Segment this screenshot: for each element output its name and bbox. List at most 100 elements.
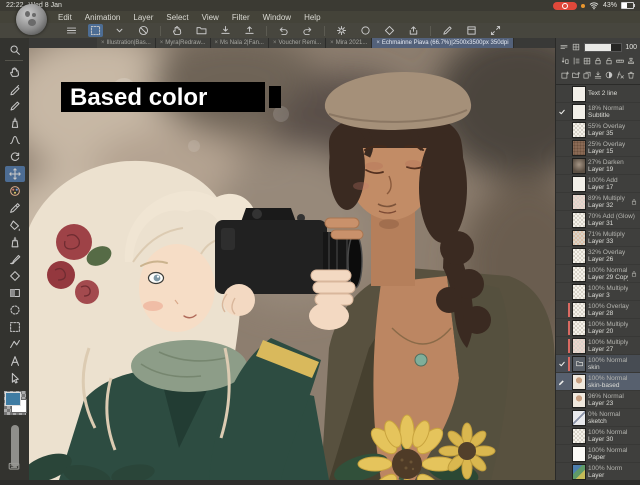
layer-row[interactable]: 100% Multiply Layer 3 [556, 283, 640, 301]
menu-icon[interactable] [64, 24, 79, 37]
layer-thumbnail[interactable] [572, 301, 586, 318]
lock-open-icon[interactable] [604, 56, 614, 68]
layer-row[interactable]: 32% Overlay Layer 26 [556, 247, 640, 265]
document-tab[interactable]: × Myra|Redraw... [155, 38, 211, 48]
layer-visibility-toggle[interactable] [557, 108, 566, 116]
layer-thumbnail[interactable] [572, 157, 586, 174]
layer-thumbnail[interactable] [572, 409, 586, 426]
layer-row[interactable]: 96% Normal Layer 23 [556, 391, 640, 409]
grid-sm-icon[interactable] [571, 42, 581, 54]
layer-row[interactable]: 71% Multiply Layer 33 [556, 229, 640, 247]
layer-thumbnail[interactable] [572, 337, 586, 354]
canvas-artwork[interactable]: Based color [0, 28, 604, 485]
cursor-tool[interactable] [5, 370, 25, 386]
layer-row[interactable]: 25% Overlay Layer 15 [556, 139, 640, 157]
foreground-color-swatch[interactable] [4, 392, 21, 406]
save-icon[interactable] [218, 24, 233, 37]
airbrush-tool[interactable] [5, 115, 25, 131]
layer-row[interactable]: 100% Normal skin [556, 355, 640, 373]
clip-icon[interactable] [571, 56, 581, 68]
brush-tool[interactable] [5, 251, 25, 267]
rotate-canvas-tool[interactable] [5, 149, 25, 165]
mask-icon[interactable] [604, 70, 614, 82]
layer-row[interactable]: 100% Overlay Layer 28 [556, 301, 640, 319]
keyboard-toggle[interactable] [7, 459, 21, 478]
menu-view[interactable]: View [202, 13, 219, 22]
pencil-icon[interactable] [440, 24, 455, 37]
document-tab[interactable]: × Voucher Remi... [268, 38, 327, 48]
stamp-icon[interactable] [626, 56, 636, 68]
pen-tool[interactable] [5, 81, 25, 97]
share-icon[interactable] [406, 24, 421, 37]
document-tab[interactable]: × Illustration|Bas... [97, 38, 156, 48]
layer-thumbnail[interactable] [572, 373, 586, 390]
merge-icon[interactable] [593, 70, 603, 82]
tab-close-icon[interactable]: × [330, 40, 334, 46]
menu-help[interactable]: Help [304, 13, 320, 22]
trash-icon[interactable] [626, 70, 636, 82]
hand-icon[interactable] [170, 24, 185, 37]
ghost-icon[interactable] [358, 24, 373, 37]
menu-layer[interactable]: Layer [133, 13, 153, 22]
magnifier-tool[interactable] [5, 42, 25, 58]
expand-icon[interactable] [488, 24, 503, 37]
document-tab[interactable]: × Mira 2021... [326, 38, 373, 48]
gear-icon[interactable] [334, 24, 349, 37]
transfer-icon[interactable] [560, 56, 570, 68]
pencil-tool[interactable] [5, 98, 25, 114]
ruler-icon[interactable] [615, 56, 625, 68]
marquee-tool[interactable] [5, 319, 25, 335]
layer-row[interactable]: 100% Normal skin-based [556, 373, 640, 391]
document-tab[interactable]: × Ms Nala 2|Fan... [210, 38, 269, 48]
layer-thumbnail[interactable] [572, 121, 586, 138]
color-mixer-tool[interactable] [5, 183, 25, 199]
bucket-tool[interactable] [5, 217, 25, 233]
layer-row[interactable]: 0% Normal sketch [556, 409, 640, 427]
layer-thumbnail[interactable] [572, 175, 586, 192]
layer-row[interactable]: 100% Normal Paper [556, 445, 640, 463]
diamond-tool[interactable] [5, 268, 25, 284]
layer-row[interactable]: 18% Normal Subtitle [556, 103, 640, 121]
layer-thumbnail[interactable] [572, 229, 586, 246]
layer-row[interactable]: 100% Normal Layer 29 Copy 2 [556, 265, 640, 283]
menu-window[interactable]: Window [263, 13, 291, 22]
ban-icon[interactable] [136, 24, 151, 37]
frame-icon[interactable] [464, 24, 479, 37]
menu-animation[interactable]: Animation [85, 13, 121, 22]
upload-icon[interactable] [242, 24, 257, 37]
redo-icon[interactable] [300, 24, 315, 37]
layer-row[interactable]: Text 2 line [556, 85, 640, 103]
spray-tool[interactable] [5, 234, 25, 250]
layer-thumbnail[interactable] [572, 283, 586, 300]
chevron-down-icon[interactable] [112, 24, 127, 37]
move-tool[interactable] [4, 166, 25, 182]
layer-row[interactable]: 100% Multiply Layer 27 [556, 337, 640, 355]
menu-select[interactable]: Select [166, 13, 188, 22]
layer-thumbnail[interactable] [572, 247, 586, 264]
diamond-icon[interactable] [382, 24, 397, 37]
canvas-area[interactable]: Based color [0, 28, 604, 485]
layer-thumbnail[interactable] [572, 445, 586, 462]
layer-folder-icon[interactable] [572, 355, 586, 372]
new-layer-icon[interactable] [560, 70, 570, 82]
fx-icon[interactable] [615, 70, 625, 82]
tab-close-icon[interactable]: × [376, 40, 380, 46]
lock-icon[interactable] [593, 56, 603, 68]
layer-visibility-toggle[interactable] [557, 360, 566, 368]
layer-thumbnail[interactable] [572, 319, 586, 336]
opacity-slider[interactable] [584, 43, 623, 52]
document-tab[interactable]: × Echmainne Piava (66.7%)|2500x3500px 35… [372, 38, 514, 48]
layer-row[interactable]: 55% Overlay Layer 35 [556, 121, 640, 139]
tab-close-icon[interactable]: × [160, 40, 164, 46]
marquee-icon[interactable] [88, 24, 103, 37]
layer-thumbnail[interactable] [572, 85, 586, 102]
layer-visibility-toggle[interactable] [557, 377, 566, 386]
grid-sm-icon[interactable] [582, 56, 592, 68]
layer-row[interactable]: 70% Add (Glow) Layer 31 [556, 211, 640, 229]
hand-tool[interactable] [5, 64, 25, 80]
new-folder-icon[interactable] [571, 70, 581, 82]
layer-thumbnail[interactable] [572, 463, 586, 480]
layer-row[interactable]: 27% Darken Layer 19 [556, 157, 640, 175]
duplicate-icon[interactable] [582, 70, 592, 82]
layer-row[interactable]: 100% Normal Layer 30 [556, 427, 640, 445]
